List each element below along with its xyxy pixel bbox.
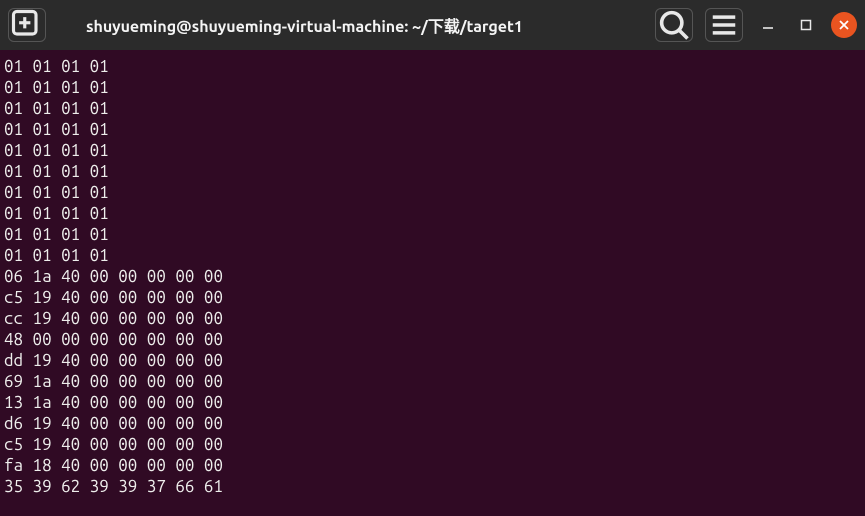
search-button[interactable]: [655, 8, 693, 42]
maximize-icon: [800, 19, 812, 31]
terminal-line: 01 01 01 01: [4, 161, 861, 182]
terminal-line: 01 01 01 01: [4, 224, 861, 245]
terminal-line: 01 01 01 01: [4, 56, 861, 77]
titlebar-controls: [655, 8, 857, 42]
terminal-line: 01 01 01 01: [4, 182, 861, 203]
terminal-line: 01 01 01 01: [4, 245, 861, 266]
terminal-line: 69 1a 40 00 00 00 00 00: [4, 371, 861, 392]
maximize-button[interactable]: [793, 12, 819, 38]
terminal-line: 01 01 01 01: [4, 98, 861, 119]
menu-button[interactable]: [705, 8, 743, 42]
search-icon: [656, 7, 692, 43]
close-icon: [838, 19, 850, 31]
terminal-line: 13 1a 40 00 00 00 00 00: [4, 392, 861, 413]
terminal-line: cc 19 40 00 00 00 00 00: [4, 308, 861, 329]
terminal-line: 35 39 62 39 39 37 66 61: [4, 476, 861, 497]
terminal-line: 01 01 01 01: [4, 140, 861, 161]
hamburger-icon: [706, 7, 742, 43]
terminal-body[interactable]: 01 01 01 0101 01 01 0101 01 01 0101 01 0…: [0, 50, 865, 516]
terminal-line: d6 19 40 00 00 00 00 00: [4, 413, 861, 434]
window-title: shuyueming@shuyueming-virtual-machine: ~…: [86, 13, 523, 37]
terminal-line: 48 00 00 00 00 00 00 00: [4, 329, 861, 350]
terminal-line: dd 19 40 00 00 00 00 00: [4, 350, 861, 371]
terminal-line: 06 1a 40 00 00 00 00 00: [4, 266, 861, 287]
terminal-line: c5 19 40 00 00 00 00 00: [4, 434, 861, 455]
minimize-icon: [762, 19, 774, 31]
terminal-line: 01 01 01 01: [4, 203, 861, 224]
minimize-button[interactable]: [755, 12, 781, 38]
terminal-line: fa 18 40 00 00 00 00 00: [4, 455, 861, 476]
close-button[interactable]: [831, 12, 857, 38]
terminal-line: 01 01 01 01: [4, 119, 861, 140]
new-tab-button[interactable]: [8, 8, 46, 42]
terminal-window: shuyueming@shuyueming-virtual-machine: ~…: [0, 0, 865, 516]
terminal-line: c5 19 40 00 00 00 00 00: [4, 287, 861, 308]
terminal-line: 01 01 01 01: [4, 77, 861, 98]
new-tab-icon: [9, 7, 45, 43]
titlebar: shuyueming@shuyueming-virtual-machine: ~…: [0, 0, 865, 50]
